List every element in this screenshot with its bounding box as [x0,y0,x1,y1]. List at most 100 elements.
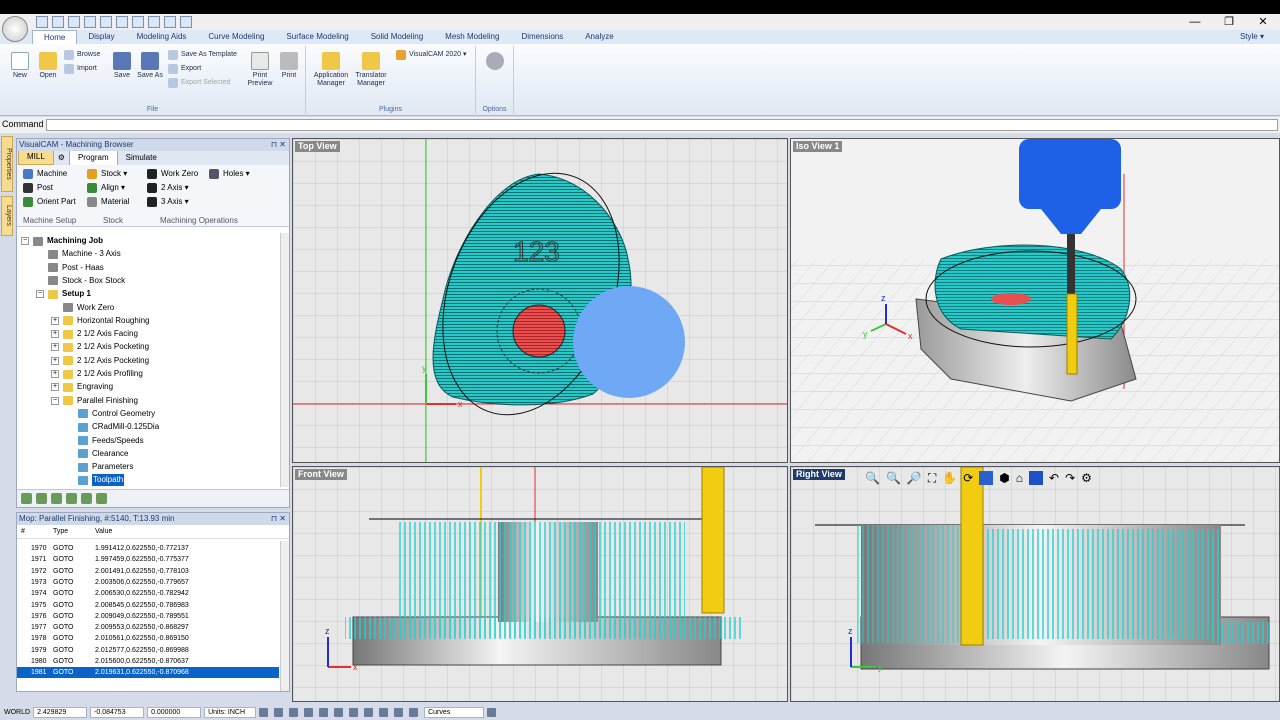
tree-item[interactable]: + Engraving [51,381,113,393]
redo-view-icon[interactable]: ↷ [1065,471,1075,486]
export-selected-button[interactable]: Export Selected [168,76,230,90]
mill-mode-button[interactable]: MILL [18,149,54,165]
expand-toggle[interactable]: + [51,370,59,378]
tree-item[interactable]: − Setup 1 [36,288,91,300]
translator-manager-button[interactable]: Translator Manager [352,52,390,88]
open-icon[interactable] [52,16,64,28]
style-menu[interactable]: Style ▾ [1240,30,1264,44]
table-row[interactable]: 1971 GOTO 1.997459,0.622550,-0.775377 [17,554,279,565]
rotate-icon[interactable]: ⟳ [963,471,973,486]
export-button[interactable]: Export [168,62,201,76]
print-preview-button[interactable]: Print Preview [244,52,276,88]
iso-view-viewport[interactable]: z x y Iso View 1 [790,138,1280,463]
tree-item[interactable]: Post - Haas [36,262,104,274]
expand-toggle[interactable]: + [51,383,59,392]
layer-settings-icon[interactable] [487,708,497,717]
options-gear-icon[interactable] [484,52,506,72]
table-row[interactable]: 1970 GOTO 1.991412,0.622550,-0.772137 [17,543,279,554]
info-icon[interactable] [81,493,92,504]
tree-item[interactable]: Work Zero [51,302,114,314]
table-row[interactable]: 1975 GOTO 2.008545,0.622550,-0.786983 [17,600,279,611]
tree-item[interactable]: CRadMill-0.125Dia [66,421,159,433]
close-button[interactable]: ✕ [1246,14,1280,30]
save-icon[interactable] [68,16,80,28]
tree-item[interactable]: Stock - Box Stock [36,275,125,287]
zoom-out-icon[interactable]: 🔍 [865,471,880,486]
snap-int-icon[interactable] [364,708,374,717]
pin-icon[interactable]: ⊓ ✕ [271,139,286,151]
mop-scrollbar[interactable] [280,541,289,691]
align-button[interactable]: Align ▾ [87,181,125,195]
table-row[interactable]: 1974 GOTO 2.006530,0.622550,-0.782942 [17,588,279,599]
work-zero-button[interactable]: Work Zero [147,167,198,181]
simulate-icon[interactable] [36,493,47,504]
post-output-icon[interactable] [66,493,77,504]
expand-toggle[interactable]: + [51,343,59,352]
redo-icon[interactable] [164,16,176,28]
browse-button[interactable]: Browse [64,48,100,62]
tree-item[interactable]: − Parallel Finishing [51,395,138,407]
post-button[interactable]: Post [23,181,53,195]
tree-item[interactable]: Clearance [66,448,128,460]
color-icon[interactable] [409,708,419,717]
cut-icon[interactable] [100,16,112,28]
import-button[interactable]: Import [64,62,97,76]
table-row[interactable]: 1981 GOTO 2.019631,0.622550,-0.870968 [17,667,279,679]
undo-icon[interactable] [148,16,160,28]
tree-item[interactable]: + Horizontal Roughing [51,315,150,327]
paste-icon[interactable] [132,16,144,28]
table-row[interactable]: 1976 GOTO 2.009049,0.622550,-0.789551 [17,611,279,622]
print-button[interactable]: Print [276,52,302,80]
tab-dimensions[interactable]: Dimensions [510,30,574,44]
orient-part-button[interactable]: Orient Part [23,195,76,209]
tree-item[interactable]: Machine - 3 Axis [36,248,121,260]
generate-icon[interactable] [21,493,32,504]
copy-icon[interactable] [116,16,128,28]
save-as-template-button[interactable]: Save As Template [168,48,237,62]
save-as-button[interactable]: Save As [136,52,164,80]
tab-solid-modeling[interactable]: Solid Modeling [360,30,434,44]
front-view-label[interactable]: Front View [295,469,347,480]
machine-button[interactable]: Machine [23,167,67,181]
expand-toggle[interactable]: + [51,330,59,339]
tree-item[interactable]: Toolpath [66,474,125,487]
print-icon[interactable] [84,16,96,28]
tab-display[interactable]: Display [77,30,125,44]
snap-center-icon[interactable] [334,708,344,717]
tab-analyze[interactable]: Analyze [574,30,624,44]
layers-tab[interactable]: Layers [1,196,13,236]
open-button[interactable]: Open [34,52,62,80]
holes-button[interactable]: Holes ▾ [209,167,250,181]
expand-toggle[interactable]: − [51,396,59,405]
snap-end-icon[interactable] [304,708,314,717]
expand-toggle[interactable]: + [51,356,59,365]
tab-curve-modeling[interactable]: Curve Modeling [197,30,275,44]
options-view-icon[interactable]: ⚙ [1081,471,1092,486]
top-view-viewport[interactable]: 123 x y Top View [292,138,788,463]
table-row[interactable]: 1973 GOTO 2.003506,0.622550,-0.779657 [17,577,279,588]
expand-toggle[interactable]: − [36,290,44,299]
maximize-button[interactable]: ❐ [1212,14,1246,30]
snap-point-icon[interactable] [349,708,359,717]
layer-select[interactable]: Curves [424,707,485,718]
table-row[interactable]: 1980 GOTO 2.015600,0.622550,-0.870637 [17,656,279,667]
expand-toggle[interactable]: + [51,316,59,325]
table-row[interactable]: 1979 GOTO 2.012577,0.622550,-0.869988 [17,645,279,656]
tree-item[interactable]: Parameters [66,461,133,473]
tree-item[interactable]: − Machining Job [21,235,103,247]
snap-mid-icon[interactable] [319,708,329,717]
zoom-in-icon[interactable]: 🔍 [886,471,901,486]
home-view-icon[interactable]: ⌂ [1016,471,1023,486]
3-axis-button[interactable]: 3 Axis ▾ [147,195,189,209]
zoom-extents-icon[interactable]: ⛶ [928,471,936,486]
tree-item[interactable]: +2 1/2 Axis Pocketing [51,341,149,353]
toolpath-icon[interactable] [51,493,62,504]
shaded-icon[interactable] [979,471,994,485]
grid-snap-icon[interactable] [259,708,269,717]
save-button[interactable]: Save [108,52,136,80]
tree-item[interactable]: +2 1/2 Axis Profiling [51,368,143,380]
display-mode-icon[interactable] [1029,471,1044,485]
right-view-label[interactable]: Right View [793,469,845,480]
tree-item[interactable]: +2 1/2 Axis Facing [51,328,138,340]
tab-home[interactable]: Home [32,30,78,44]
